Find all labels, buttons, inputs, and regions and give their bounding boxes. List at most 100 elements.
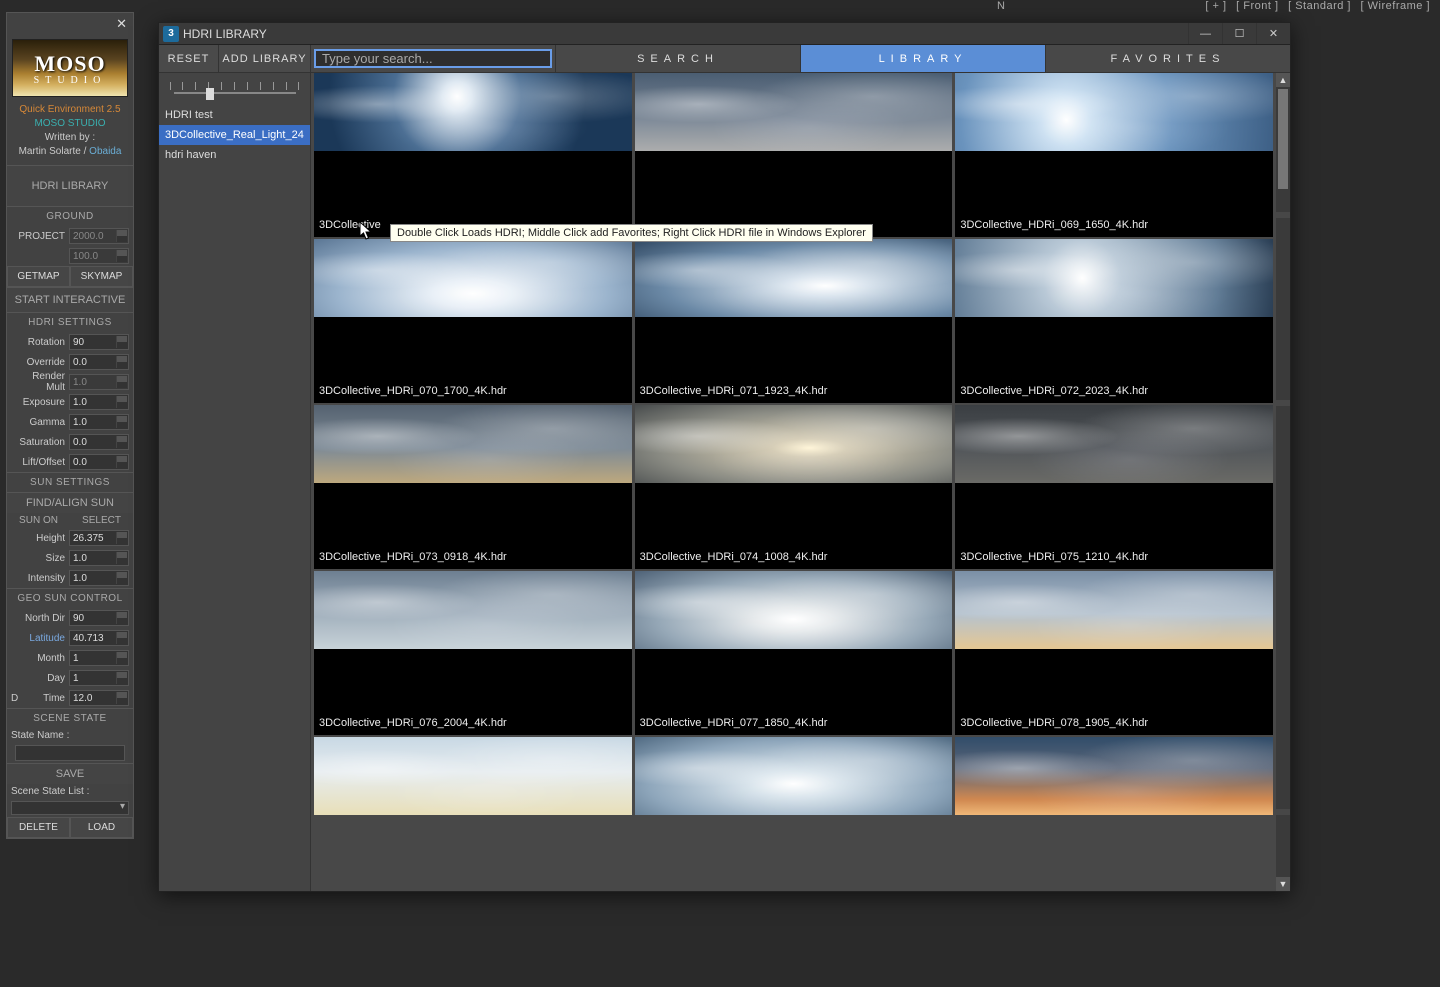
hdri-thumbnail-grid: 3DCollective 3DCollective_HDRi_069_1650_4… (311, 73, 1276, 815)
viewport-label[interactable]: [ + ] (1205, 0, 1226, 12)
geo-param-label: North Dir (11, 613, 69, 624)
hdri-thumbnail[interactable] (955, 737, 1273, 815)
scene-state-dropdown[interactable] (11, 801, 129, 815)
geo-sun-header: GEO SUN CONTROL (7, 588, 133, 608)
maximize-icon[interactable]: ☐ (1222, 23, 1256, 44)
hdri-toolbar: RESET ADD LIBRARY Type your search... SE… (159, 45, 1290, 73)
viewport-label[interactable]: [ Front ] (1236, 0, 1278, 12)
author2-link[interactable]: Obaida (89, 146, 121, 157)
hdri-thumbnail[interactable]: 3DCollective_HDRi_070_1700_4K.hdr (314, 239, 632, 403)
param-spinner[interactable]: 0.0 (69, 354, 129, 370)
vertical-scrollbar[interactable]: ▲ ▼ (1276, 73, 1290, 891)
hdri-settings-header: HDRI SETTINGS (7, 312, 133, 332)
reset-button[interactable]: RESET (159, 45, 219, 72)
library-list: HDRI test3DCollective_Real_Light_24hdri … (159, 105, 310, 891)
scroll-up-icon[interactable]: ▲ (1276, 73, 1290, 87)
d-label: D (11, 693, 25, 704)
hdri-thumbnail[interactable]: 3DCollective_HDRi_072_2023_4K.hdr (955, 239, 1273, 403)
param-spinner[interactable]: 0.0 (69, 454, 129, 470)
map-buttons-row: GETMAP SKYMAP (7, 266, 133, 287)
hdri-filename-label: 3DCollective_HDRi_076_2004_4K.hdr (319, 717, 507, 729)
studio-name: MOSO STUDIO (7, 117, 133, 131)
param-label: Render Mult (11, 371, 69, 393)
geo-param-spinner[interactable]: 90 (69, 610, 129, 626)
time-spinner[interactable]: 12.0 (69, 690, 129, 706)
hdri-filename-label: 3DCollective_HDRi_072_2023_4K.hdr (960, 385, 1148, 397)
state-name-input[interactable] (15, 745, 125, 761)
sun-param-label: Height (11, 533, 69, 544)
project-label: PROJECT (11, 231, 69, 242)
library-sidebar: HDRI test3DCollective_Real_Light_24hdri … (159, 73, 311, 891)
window-titlebar[interactable]: 3 HDRI LIBRARY — ☐ ✕ (159, 23, 1290, 45)
geo-param-spinner[interactable]: 40.713 (69, 630, 129, 646)
param-label: Lift/Offset (11, 457, 69, 468)
close-icon[interactable]: ✕ (7, 13, 133, 35)
param-label: Override (11, 357, 69, 368)
sun-param-spinner[interactable]: 1.0 (69, 550, 129, 566)
close-icon[interactable]: ✕ (1256, 23, 1290, 44)
hdri-tooltip: Double Click Loads HDRI; Middle Click ad… (390, 224, 873, 242)
hdri-filename-label: 3DCollective_HDRi_071_1923_4K.hdr (640, 385, 828, 397)
select-header: SELECT (70, 513, 133, 528)
thumbnail-size-slider[interactable] (170, 78, 300, 100)
param-label: Saturation (11, 437, 69, 448)
add-library-button[interactable]: ADD LIBRARY (219, 45, 311, 72)
slider-thumb[interactable] (206, 88, 214, 100)
product-title: Quick Environment 2.5 (7, 103, 133, 117)
tab-search[interactable]: SEARCH (555, 45, 800, 72)
hdri-library-window: 3 HDRI LIBRARY — ☐ ✕ RESET ADD LIBRARY T… (158, 22, 1291, 892)
project-height-spinner[interactable]: 100.0 (69, 248, 129, 264)
project-width-spinner[interactable]: 2000.0 (69, 228, 129, 244)
logo-subtext: STUDIO (34, 75, 107, 86)
save-button[interactable]: SAVE (7, 763, 133, 784)
scroll-down-icon[interactable]: ▼ (1276, 877, 1290, 891)
library-list-item[interactable]: hdri haven (159, 145, 310, 165)
hdri-thumbnail[interactable] (314, 737, 632, 815)
param-spinner[interactable]: 0.0 (69, 434, 129, 450)
tab-favorites[interactable]: FAVORITES (1045, 45, 1290, 72)
geo-param-spinner[interactable]: 1 (69, 650, 129, 666)
param-spinner[interactable]: 1.0 (69, 394, 129, 410)
library-list-item[interactable]: 3DCollective_Real_Light_24 (159, 125, 310, 145)
hdri-thumbnail[interactable]: 3DCollective_HDRi_075_1210_4K.hdr (955, 405, 1273, 569)
compass-north: N (997, 0, 1005, 12)
hdri-filename-label: 3DCollective_HDRi_073_0918_4K.hdr (319, 551, 507, 563)
hdri-thumbnail[interactable]: 3DCollective_HDRi_071_1923_4K.hdr (635, 239, 953, 403)
geo-param-spinner[interactable]: 1 (69, 670, 129, 686)
logo-text: MOSO (34, 51, 105, 77)
find-align-sun-button[interactable]: FIND/ALIGN SUN (7, 492, 133, 513)
hdri-thumbnail[interactable] (635, 73, 953, 237)
hdri-library-button[interactable]: HDRI LIBRARY (7, 165, 133, 206)
hdri-thumbnail[interactable]: 3DCollective_HDRi_074_1008_4K.hdr (635, 405, 953, 569)
hdri-thumbnail[interactable]: 3DCollective (314, 73, 632, 237)
viewport-label[interactable]: [ Wireframe ] (1361, 0, 1430, 12)
sun-settings-header: SUN SETTINGS (7, 472, 133, 492)
start-interactive-button[interactable]: START INTERACTIVE (7, 287, 133, 312)
hdri-thumbnail[interactable]: 3DCollective_HDRi_078_1905_4K.hdr (955, 571, 1273, 735)
skymap-button[interactable]: SKYMAP (70, 266, 133, 287)
hdri-thumbnail[interactable]: 3DCollective_HDRi_073_0918_4K.hdr (314, 405, 632, 569)
search-input[interactable]: Type your search... (314, 49, 552, 68)
hdri-thumbnail[interactable]: 3DCollective_HDRi_069_1650_4K.hdr (955, 73, 1273, 237)
scene-state-list-label: Scene State List : (11, 784, 129, 799)
author1: Martin Solarte / (19, 146, 87, 157)
sun-param-spinner[interactable]: 1.0 (69, 570, 129, 586)
viewport-label[interactable]: [ Standard ] (1288, 0, 1351, 12)
sun-param-spinner[interactable]: 26.375 (69, 530, 129, 546)
tab-library[interactable]: LIBRARY (800, 45, 1045, 72)
minimize-icon[interactable]: — (1188, 23, 1222, 44)
library-list-item[interactable]: HDRI test (159, 105, 310, 125)
app-icon: 3 (163, 26, 179, 42)
delete-button[interactable]: DELETE (7, 817, 70, 838)
getmap-button[interactable]: GETMAP (7, 266, 70, 287)
scrollbar-thumb[interactable] (1278, 89, 1288, 189)
param-spinner[interactable]: 1.0 (69, 374, 129, 390)
hdri-thumbnail[interactable]: 3DCollective_HDRi_077_1850_4K.hdr (635, 571, 953, 735)
hdri-thumbnail[interactable] (635, 737, 953, 815)
param-spinner[interactable]: 90 (69, 334, 129, 350)
param-spinner[interactable]: 1.0 (69, 414, 129, 430)
load-button[interactable]: LOAD (70, 817, 133, 838)
hdri-thumbnail[interactable]: 3DCollective_HDRi_076_2004_4K.hdr (314, 571, 632, 735)
sun-param-label: Size (11, 553, 69, 564)
hdri-filename-label: 3DCollective_HDRi_070_1700_4K.hdr (319, 385, 507, 397)
